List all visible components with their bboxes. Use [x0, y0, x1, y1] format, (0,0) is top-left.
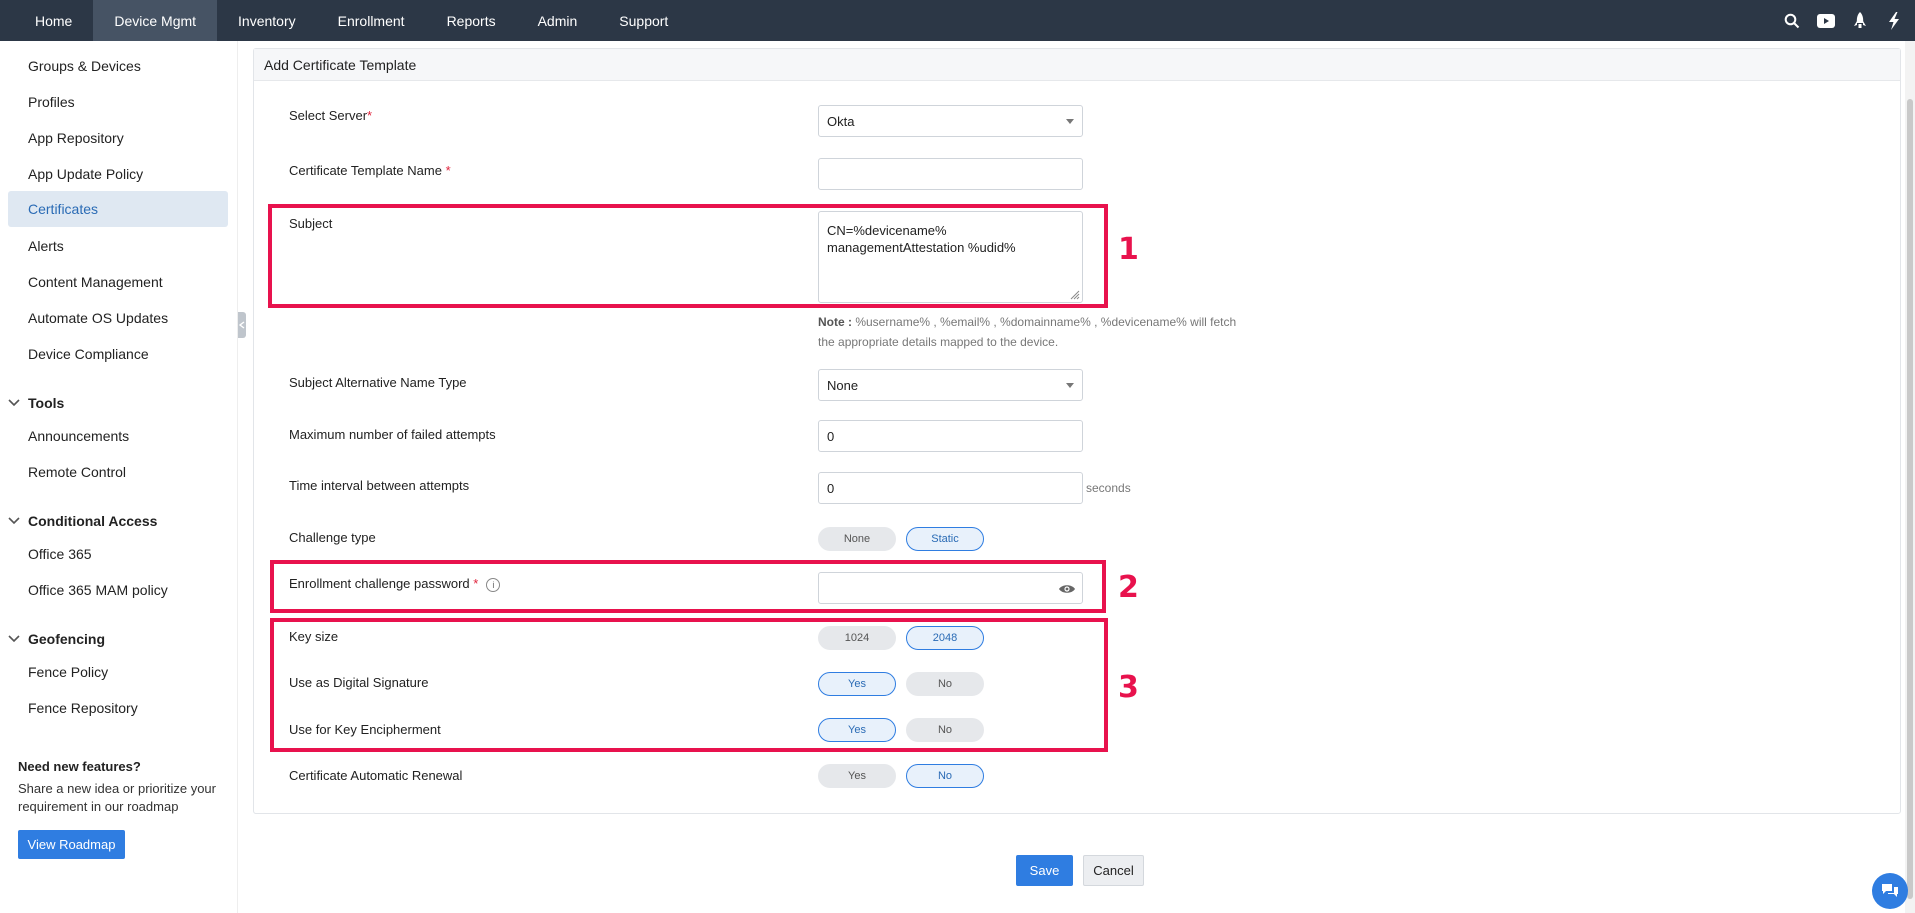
- note-text: %username% , %email% , %domainname% , %d…: [818, 315, 1237, 349]
- tab-support[interactable]: Support: [598, 0, 689, 41]
- chat-icon: [1882, 884, 1898, 897]
- sidebar: Groups & Devices Profiles App Repository…: [0, 41, 238, 913]
- promo-text: Share a new idea or prioritize your requ…: [18, 781, 216, 814]
- max-failed-input[interactable]: 0: [818, 420, 1083, 452]
- lightning-icon[interactable]: [1881, 8, 1907, 34]
- sidebar-group-geofencing[interactable]: Geofencing: [8, 627, 105, 651]
- highlight-box-1: [268, 204, 1108, 308]
- sidebar-item-device-compliance[interactable]: Device Compliance: [8, 336, 228, 372]
- promo-title: Need new features?: [18, 759, 141, 774]
- chat-button[interactable]: [1872, 873, 1908, 909]
- select-server-value: Okta: [827, 113, 855, 129]
- tab-enrollment[interactable]: Enrollment: [317, 0, 426, 41]
- sidebar-item-fence-repository[interactable]: Fence Repository: [8, 690, 228, 726]
- roadmap-promo: Need new features? Share a new idea or p…: [18, 759, 228, 859]
- chevron-down-icon: [1066, 383, 1074, 388]
- challenge-none-toggle[interactable]: None: [818, 527, 896, 551]
- sidebar-item-certificates[interactable]: Certificates: [8, 191, 228, 227]
- chevron-down-icon: [1066, 119, 1074, 124]
- sidebar-group-label: Tools: [28, 395, 65, 411]
- view-roadmap-button[interactable]: View Roadmap: [18, 830, 125, 859]
- tab-admin[interactable]: Admin: [517, 0, 599, 41]
- youtube-icon[interactable]: [1813, 8, 1839, 34]
- san-type-value: None: [827, 377, 859, 393]
- annotation-number-2: 2: [1118, 570, 1139, 605]
- auto-renewal-yes-toggle[interactable]: Yes: [818, 764, 896, 788]
- required-marker: *: [445, 163, 451, 178]
- cancel-button[interactable]: Cancel: [1083, 855, 1144, 886]
- highlight-box-2: [270, 560, 1106, 613]
- san-type-dropdown[interactable]: None: [818, 369, 1083, 401]
- annotation-number-1: 1: [1118, 232, 1139, 267]
- tab-device-mgmt[interactable]: Device Mgmt: [93, 0, 218, 41]
- sidebar-group-conditional-access[interactable]: Conditional Access: [8, 509, 157, 533]
- chevron-down-icon: [8, 399, 28, 407]
- sidebar-item-automate-os-updates[interactable]: Automate OS Updates: [8, 300, 228, 336]
- tab-home[interactable]: Home: [14, 0, 93, 41]
- scrollbar-thumb[interactable]: [1907, 99, 1913, 899]
- label-text: Select Server: [289, 108, 368, 123]
- panel-title: Add Certificate Template: [254, 49, 1900, 81]
- chevron-left-icon: [239, 321, 245, 329]
- chevron-down-icon: [8, 517, 28, 525]
- rocket-icon[interactable]: [1847, 8, 1873, 34]
- sidebar-item-groups-devices[interactable]: Groups & Devices: [8, 48, 228, 84]
- challenge-static-toggle[interactable]: Static: [906, 527, 984, 551]
- sidebar-item-fence-policy[interactable]: Fence Policy: [8, 654, 228, 690]
- sidebar-group-tools[interactable]: Tools: [8, 391, 64, 415]
- sidebar-group-label: Conditional Access: [28, 513, 158, 529]
- sidebar-item-remote-control[interactable]: Remote Control: [8, 454, 228, 490]
- highlight-box-3: [270, 618, 1108, 752]
- chevron-down-icon: [8, 635, 28, 643]
- sidebar-item-alerts[interactable]: Alerts: [8, 228, 228, 264]
- sidebar-group-label: Geofencing: [28, 631, 106, 647]
- select-server-label: Select Server*: [289, 108, 372, 123]
- required-marker: *: [367, 108, 373, 123]
- search-icon[interactable]: [1779, 8, 1805, 34]
- time-interval-input[interactable]: 0: [818, 472, 1083, 504]
- sidebar-item-app-repository[interactable]: App Repository: [8, 120, 228, 156]
- max-failed-label: Maximum number of failed attempts: [289, 427, 496, 442]
- sidebar-item-office-365-mam-policy[interactable]: Office 365 MAM policy: [8, 572, 228, 608]
- auto-renewal-label: Certificate Automatic Renewal: [289, 768, 463, 783]
- time-interval-label: Time interval between attempts: [289, 478, 470, 493]
- sidebar-item-app-update-policy[interactable]: App Update Policy: [8, 156, 228, 192]
- subject-note: Note : %username% , %email% , %domainnam…: [818, 312, 1238, 352]
- san-type-label: Subject Alternative Name Type: [289, 375, 467, 390]
- sidebar-item-announcements[interactable]: Announcements: [8, 418, 228, 454]
- sidebar-item-office-365[interactable]: Office 365: [8, 536, 228, 572]
- label-text: Certificate Template Name: [289, 163, 442, 178]
- template-name-input[interactable]: [818, 158, 1083, 190]
- time-interval-unit: seconds: [1086, 481, 1131, 495]
- auto-renewal-no-toggle[interactable]: No: [906, 764, 984, 788]
- tab-reports[interactable]: Reports: [426, 0, 517, 41]
- template-name-label: Certificate Template Name *: [289, 163, 451, 178]
- page-scrollbar[interactable]: [1905, 41, 1915, 913]
- sidebar-item-content-management[interactable]: Content Management: [8, 264, 228, 300]
- select-server-dropdown[interactable]: Okta: [818, 105, 1083, 137]
- challenge-type-label: Challenge type: [289, 530, 376, 545]
- save-button[interactable]: Save: [1016, 855, 1073, 886]
- tab-inventory[interactable]: Inventory: [217, 0, 317, 41]
- sidebar-collapse-handle[interactable]: [238, 312, 246, 338]
- top-nav: Home Device Mgmt Inventory Enrollment Re…: [0, 0, 1915, 41]
- sidebar-item-profiles[interactable]: Profiles: [8, 84, 228, 120]
- note-prefix: Note :: [818, 315, 852, 329]
- annotation-number-3: 3: [1118, 670, 1139, 705]
